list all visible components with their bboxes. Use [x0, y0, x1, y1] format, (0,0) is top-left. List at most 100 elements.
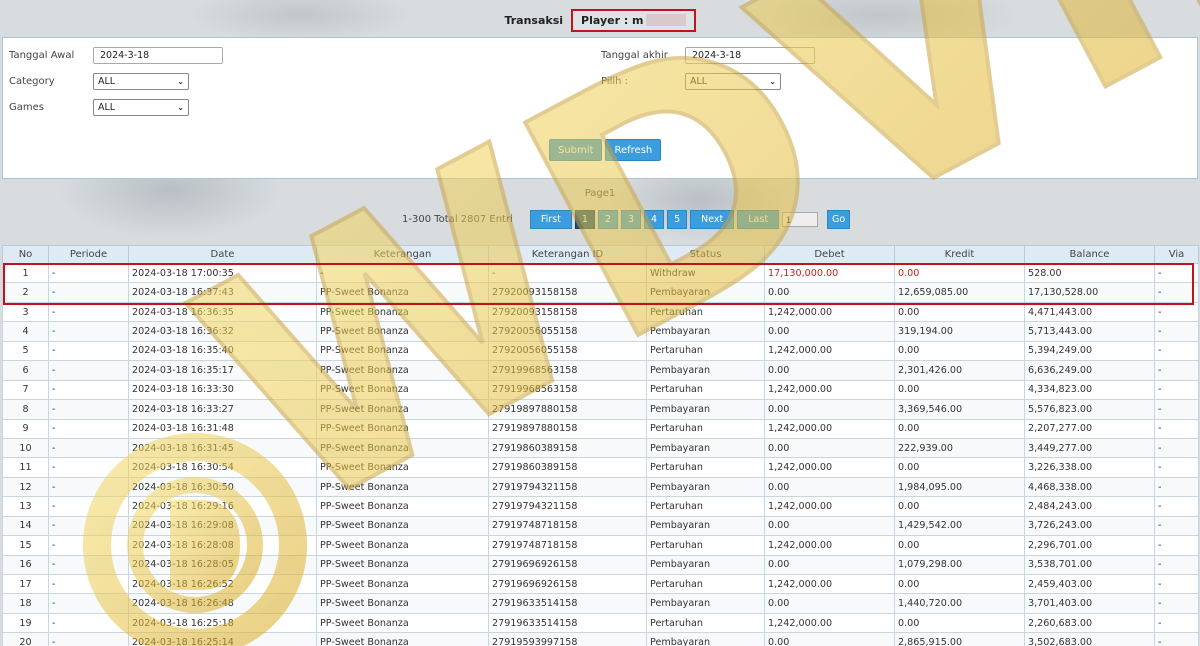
- table-row[interactable]: 18-2024-03-18 16:26:48 PP-Sweet Bonanza 27…: [2, 593, 1199, 614]
- cell-kredit: 1,984,095.00: [894, 476, 1025, 498]
- page-button-3[interactable]: 3: [620, 210, 642, 229]
- cell-date: 2024-03-18 16:30:54: [128, 457, 317, 478]
- cell-no: 2: [2, 282, 49, 303]
- table-row[interactable]: 8-2024-03-18 16:33:27 PP-Sweet Bonanza 279…: [2, 399, 1199, 420]
- cell-kredit: 0.00: [894, 301, 1025, 323]
- cell-balance: 5,576,823.00: [1024, 399, 1155, 420]
- page-button-1[interactable]: 1: [574, 210, 595, 229]
- cell-periode: -: [48, 476, 129, 498]
- cell-debet: 0.00: [764, 282, 895, 303]
- cell-keterangan: PP-Sweet Bonanza: [316, 535, 489, 556]
- pilih-select[interactable]: ALL ⌄: [685, 73, 781, 90]
- table-row[interactable]: 12-2024-03-18 16:30:50 PP-Sweet Bonanza 27…: [2, 476, 1199, 498]
- cell-balance: 3,226,338.00: [1024, 457, 1155, 478]
- games-select[interactable]: ALL ⌄: [93, 99, 189, 116]
- table-row[interactable]: 13-2024-03-18 16:29:16 PP-Sweet Bonanza 27…: [2, 496, 1199, 517]
- table-row[interactable]: 10-2024-03-18 16:31:45 PP-Sweet Bonanza 27…: [2, 437, 1199, 459]
- table-row[interactable]: 17-2024-03-18 16:26:52 PP-Sweet Bonanza 27…: [2, 573, 1199, 595]
- page-title: Transaksi: [504, 13, 564, 27]
- category-select[interactable]: ALL ⌄: [93, 73, 189, 90]
- pilih-label: Pilih :: [601, 76, 629, 87]
- go-button[interactable]: Go: [827, 210, 851, 229]
- page-button-4[interactable]: 4: [644, 210, 665, 229]
- cell-date: 2024-03-18 16:37:43: [128, 282, 317, 303]
- cell-date: 2024-03-18 16:35:40: [128, 340, 317, 362]
- table-row[interactable]: 14-2024-03-18 16:29:08 PP-Sweet Bonanza 27…: [2, 515, 1199, 537]
- cell-periode: -: [48, 262, 129, 284]
- submit-button[interactable]: Submit: [549, 139, 603, 161]
- page-button-5[interactable]: 5: [667, 210, 688, 229]
- first-page-button[interactable]: First: [529, 210, 572, 229]
- cell-keterangan-id: 27920093158158: [488, 301, 647, 323]
- cell-periode: -: [48, 457, 129, 478]
- table-row[interactable]: 20-2024-03-18 16:25:14 PP-Sweet Bonanza 27…: [2, 632, 1199, 646]
- cell-no: 13: [2, 496, 49, 517]
- cell-debet: 0.00: [764, 554, 895, 576]
- cell-keterangan: PP-Sweet Bonanza: [316, 612, 489, 634]
- cell-status: Pertaruhan: [646, 457, 765, 478]
- cell-keterangan: PP-Sweet Bonanza: [316, 340, 489, 362]
- cell-keterangan: PP-Sweet Bonanza: [316, 593, 489, 614]
- table-body: 1-2024-03-18 17:00:35- - Withdraw 17,130,00…: [2, 262, 1199, 646]
- cell-via: -: [1154, 418, 1199, 439]
- cell-kredit: 222,939.00: [894, 437, 1025, 459]
- cell-no: 3: [2, 301, 49, 323]
- tanggal-awal-input[interactable]: [93, 47, 223, 64]
- table-row[interactable]: 5-2024-03-18 16:35:40 PP-Sweet Bonanza 279…: [2, 340, 1199, 362]
- cell-keterangan: PP-Sweet Bonanza: [316, 573, 489, 595]
- cell-balance: 3,502,683.00: [1024, 632, 1155, 646]
- player-name-box: Player : m: [571, 8, 696, 32]
- cell-keterangan: PP-Sweet Bonanza: [316, 379, 489, 401]
- tanggal-akhir-input[interactable]: [685, 47, 815, 64]
- table-row[interactable]: 19-2024-03-18 16:25:18 PP-Sweet Bonanza 27…: [2, 612, 1199, 634]
- page-number-input[interactable]: [782, 212, 819, 227]
- cell-via: -: [1154, 262, 1199, 284]
- cell-kredit: 0.00: [894, 379, 1025, 401]
- cell-debet: 0.00: [764, 321, 895, 342]
- cell-status: Pertaruhan: [646, 340, 765, 362]
- cell-date: 2024-03-18 16:28:05: [128, 554, 317, 576]
- cell-keterangan-id: 27920056055158: [488, 340, 647, 362]
- cell-status: Pembayaran: [646, 515, 765, 537]
- cell-periode: -: [48, 340, 129, 362]
- cell-date: 2024-03-18 16:36:32: [128, 321, 317, 342]
- cell-debet: 1,242,000.00: [764, 457, 895, 478]
- table-row[interactable]: 3-2024-03-18 16:36:35 PP-Sweet Bonanza 279…: [2, 301, 1199, 323]
- table-row[interactable]: 16-2024-03-18 16:28:05 PP-Sweet Bonanza 27…: [2, 554, 1199, 576]
- cell-keterangan-id: 27919968563158: [488, 360, 647, 381]
- table-row[interactable]: 15-2024-03-18 16:28:08 PP-Sweet Bonanza 27…: [2, 535, 1199, 556]
- cell-via: -: [1154, 360, 1199, 381]
- cell-no: 12: [2, 476, 49, 498]
- table-row[interactable]: 9-2024-03-18 16:31:48 PP-Sweet Bonanza 279…: [2, 418, 1199, 439]
- cell-periode: -: [48, 437, 129, 459]
- cell-status: Pertaruhan: [646, 535, 765, 556]
- next-page-button[interactable]: Next: [690, 210, 735, 229]
- cell-periode: -: [48, 418, 129, 439]
- cell-balance: 4,468,338.00: [1024, 476, 1155, 498]
- table-row[interactable]: 7-2024-03-18 16:33:30 PP-Sweet Bonanza 279…: [2, 379, 1199, 401]
- cell-kredit: 0.00: [894, 573, 1025, 595]
- cell-via: -: [1154, 476, 1199, 498]
- refresh-button[interactable]: Refresh: [605, 139, 662, 161]
- last-page-button[interactable]: Last: [737, 210, 780, 229]
- table-row[interactable]: 1-2024-03-18 17:00:35- - Withdraw 17,130,00…: [2, 262, 1199, 284]
- table-row[interactable]: 11-2024-03-18 16:30:54 PP-Sweet Bonanza 27…: [2, 457, 1199, 478]
- cell-no: 19: [2, 612, 49, 634]
- cell-periode: -: [48, 593, 129, 614]
- cell-periode: -: [48, 515, 129, 537]
- pagination: 1-300 Total 2807 Entri First 1 2 3 4 5 N…: [402, 210, 851, 229]
- cell-debet: 0.00: [764, 593, 895, 614]
- table-row[interactable]: 6-2024-03-18 16:35:17 PP-Sweet Bonanza 279…: [2, 360, 1199, 381]
- page-button-2[interactable]: 2: [597, 210, 618, 229]
- pagination-area: Page1 1-300 Total 2807 Entri First 1 2 3…: [0, 186, 1200, 232]
- player-label: Player : m: [581, 13, 644, 27]
- cell-status: Pembayaran: [646, 632, 765, 646]
- cell-keterangan-id: 27920056055158: [488, 321, 647, 342]
- cell-date: 2024-03-18 16:29:16: [128, 496, 317, 517]
- table-row[interactable]: 4-2024-03-18 16:36:32 PP-Sweet Bonanza 279…: [2, 321, 1199, 342]
- cell-date: 2024-03-18 16:31:45: [128, 437, 317, 459]
- table-row[interactable]: 2-2024-03-18 16:37:43 PP-Sweet Bonanza 279…: [2, 282, 1199, 303]
- cell-kredit: 3,369,546.00: [894, 399, 1025, 420]
- cell-keterangan-id: 27919897880158: [488, 399, 647, 420]
- cell-status: Pertaruhan: [646, 418, 765, 439]
